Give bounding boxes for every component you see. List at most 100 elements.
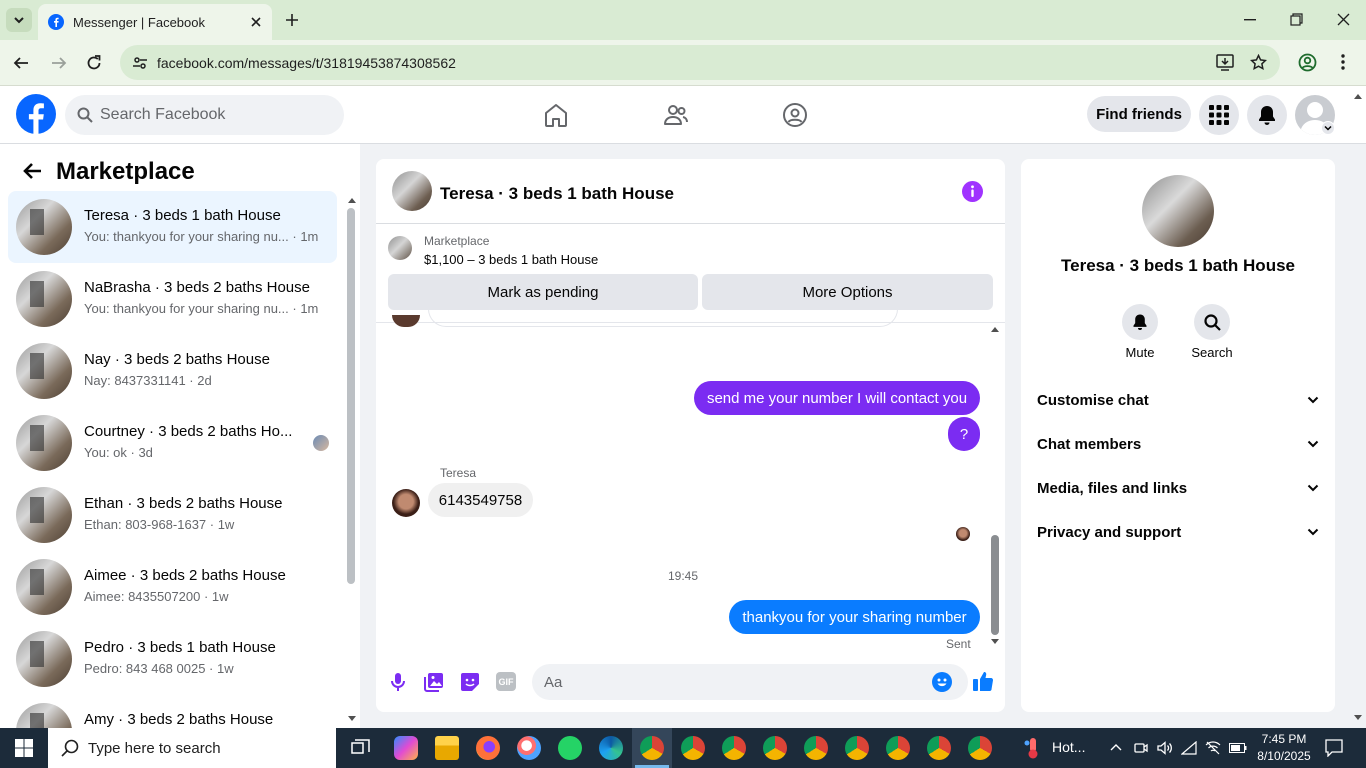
wifi-icon[interactable] xyxy=(1181,741,1197,755)
conversation-item[interactable]: Pedro · 3 beds 1 bath House Pedro: 843 4… xyxy=(8,623,337,695)
profile-icon[interactable] xyxy=(1298,53,1317,72)
listing-price-title[interactable]: $1,100 – 3 beds 1 bath House xyxy=(424,252,598,267)
conversation-title: Pedro · 3 beds 1 bath House xyxy=(84,639,276,656)
tab-search-button[interactable] xyxy=(6,8,32,32)
whatsapp-icon[interactable] xyxy=(558,736,582,760)
photo-icon[interactable] xyxy=(424,672,444,692)
chrome-icon[interactable] xyxy=(968,736,992,760)
site-info-icon[interactable] xyxy=(132,55,148,71)
conversation-item[interactable]: Aimee · 3 beds 2 baths House Aimee: 8435… xyxy=(8,551,337,623)
sender-avatar[interactable] xyxy=(392,489,420,517)
incoming-message[interactable]: 6143549758 xyxy=(428,483,533,517)
info-icon[interactable] xyxy=(962,181,983,202)
battery-icon[interactable] xyxy=(1229,743,1247,753)
windows-start-icon[interactable] xyxy=(15,739,33,757)
chrome-icon[interactable] xyxy=(681,736,705,760)
chrome-icon[interactable] xyxy=(845,736,869,760)
sticker-icon[interactable] xyxy=(460,672,480,692)
outgoing-message[interactable]: ? xyxy=(948,417,980,451)
chevron-down-icon xyxy=(1307,396,1319,404)
page-scroll-up-icon[interactable] xyxy=(1353,92,1363,100)
restore-icon[interactable] xyxy=(1290,13,1303,26)
mute-button[interactable] xyxy=(1122,304,1158,340)
media-files-links-row[interactable]: Media, files and links xyxy=(1037,466,1319,510)
edge-icon[interactable] xyxy=(599,736,623,760)
conversation-item[interactable]: Amy · 3 beds 2 baths House xyxy=(8,695,337,728)
microphone-icon[interactable] xyxy=(390,672,406,692)
back-icon[interactable] xyxy=(13,55,29,71)
message-input[interactable]: Aa xyxy=(532,664,968,700)
new-tab-icon[interactable] xyxy=(284,12,300,28)
chrome-icon[interactable] xyxy=(640,736,664,760)
row-label: Media, files and links xyxy=(1037,479,1188,497)
list-scrollbar[interactable] xyxy=(347,208,355,584)
conversation-item[interactable]: Ethan · 3 beds 2 baths House Ethan: 803-… xyxy=(8,479,337,551)
facebook-search-input[interactable]: Search Facebook xyxy=(65,95,344,135)
browser-tab-bar: Messenger | Facebook xyxy=(0,0,1366,40)
chrome-icon[interactable] xyxy=(804,736,828,760)
chat-title[interactable]: Teresa · 3 beds 1 bath House xyxy=(440,184,674,204)
task-view-icon[interactable] xyxy=(351,739,370,757)
conversation-item[interactable]: Courtney · 3 beds 2 baths Ho... You: ok … xyxy=(8,407,337,479)
groups-icon[interactable] xyxy=(782,102,808,128)
menu-button[interactable] xyxy=(1199,95,1239,135)
home-icon[interactable] xyxy=(543,102,569,128)
address-bar[interactable]: facebook.com/messages/t/3181945387430856… xyxy=(120,45,1280,80)
facebook-logo-icon[interactable] xyxy=(16,94,56,134)
outgoing-message[interactable]: thankyou for your sharing number xyxy=(729,600,980,634)
install-app-icon[interactable] xyxy=(1216,54,1234,71)
close-tab-icon[interactable] xyxy=(250,16,262,28)
notification-center-icon[interactable] xyxy=(1325,739,1343,757)
taskbar-search-input[interactable]: Type here to search xyxy=(48,728,336,768)
listing-avatar[interactable] xyxy=(1142,175,1214,247)
firefox-icon[interactable] xyxy=(476,736,500,760)
chrome-icon[interactable] xyxy=(927,736,951,760)
weather-text[interactable]: Hot... xyxy=(1052,739,1085,755)
friends-icon[interactable] xyxy=(663,102,689,128)
minimize-icon[interactable] xyxy=(1244,19,1256,21)
show-hidden-icons-icon[interactable] xyxy=(1110,743,1122,751)
notifications-button[interactable] xyxy=(1247,95,1287,135)
back-arrow-icon[interactable] xyxy=(22,162,42,180)
taskbar-clock[interactable]: 7:45 PM 8/10/2025 xyxy=(1254,731,1314,765)
copilot-icon[interactable] xyxy=(394,736,418,760)
browser-tab[interactable]: Messenger | Facebook xyxy=(38,4,272,40)
browser-menu-icon[interactable] xyxy=(1341,54,1345,70)
list-scroll-up-icon[interactable] xyxy=(347,196,357,204)
chrome-icon[interactable] xyxy=(763,736,787,760)
meet-now-icon[interactable] xyxy=(1134,741,1148,755)
network-disconnected-icon[interactable] xyxy=(1205,741,1221,755)
chrome-icon[interactable] xyxy=(886,736,910,760)
thumbs-up-icon[interactable] xyxy=(972,670,994,692)
conversation-item[interactable]: NaBrasha · 3 beds 2 baths House You: tha… xyxy=(8,263,337,335)
thermometer-icon[interactable] xyxy=(1023,737,1043,759)
mark-as-pending-button[interactable]: Mark as pending xyxy=(388,274,698,310)
list-scroll-down-icon[interactable] xyxy=(347,715,357,723)
emoji-icon[interactable] xyxy=(932,672,952,692)
gif-button[interactable]: GIF xyxy=(496,672,516,691)
customise-chat-row[interactable]: Customise chat xyxy=(1037,378,1319,422)
chat-scroll-up-icon[interactable] xyxy=(990,325,1000,333)
privacy-support-row[interactable]: Privacy and support xyxy=(1037,510,1319,554)
more-options-button[interactable]: More Options xyxy=(702,274,993,310)
chat-scrollbar[interactable] xyxy=(991,535,999,635)
volume-icon[interactable] xyxy=(1157,741,1173,755)
conversation-title: Courtney · 3 beds 2 baths Ho... xyxy=(84,423,293,440)
close-window-icon[interactable] xyxy=(1337,13,1350,26)
chat-members-row[interactable]: Chat members xyxy=(1037,422,1319,466)
page-scroll-down-icon[interactable] xyxy=(1353,714,1363,722)
account-chevron[interactable] xyxy=(1321,121,1335,135)
paint-icon[interactable] xyxy=(517,736,541,760)
find-friends-button[interactable]: Find friends xyxy=(1087,96,1191,132)
conversation-item[interactable]: Teresa · 3 beds 1 bath House You: thanky… xyxy=(8,191,337,263)
search-in-conversation-button[interactable] xyxy=(1194,304,1230,340)
reload-icon[interactable] xyxy=(86,55,102,71)
file-explorer-icon[interactable] xyxy=(435,736,459,760)
outgoing-message[interactable]: send me your number I will contact you xyxy=(694,381,980,415)
forward-icon[interactable] xyxy=(51,55,67,71)
bookmark-star-icon[interactable] xyxy=(1250,54,1267,71)
chat-scroll-down-icon[interactable] xyxy=(990,638,1000,646)
chrome-icon[interactable] xyxy=(722,736,746,760)
conversation-item[interactable]: Nay · 3 beds 2 baths House Nay: 84373311… xyxy=(8,335,337,407)
chat-avatar[interactable] xyxy=(392,171,432,211)
